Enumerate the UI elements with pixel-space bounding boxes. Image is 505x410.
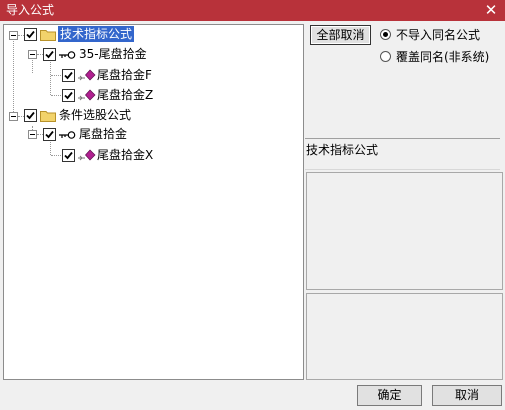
checkmark-icon [45,50,54,59]
tree-line [50,139,51,155]
checkbox-group2[interactable] [43,128,56,141]
checkmark-icon [64,151,73,160]
radio-no-import-duplicates[interactable] [380,29,391,40]
info-header: 技术指标公式 [305,138,500,170]
checkmark-icon [26,30,35,39]
ok-button[interactable]: 确定 [357,385,422,406]
info-title: 技术指标公式 [306,143,379,157]
checkbox-condition-formulas[interactable] [24,109,37,122]
tree-line [51,155,61,156]
checkbox-technical-formulas[interactable] [24,28,37,41]
close-icon[interactable]: ✕ [483,1,499,19]
tree-line [51,75,61,76]
folder-icon [40,28,56,41]
formula-leaf-icon [77,149,97,161]
tree-item-group2[interactable]: 尾盘拾金 [79,126,127,142]
checkmark-icon [26,111,35,120]
checkmark-icon [45,130,54,139]
checkmark-icon [64,91,73,100]
key-icon [59,49,77,59]
parameter-panel [306,293,503,380]
radio-overwrite-duplicates[interactable] [380,51,391,62]
window-title: 导入公式 [6,3,55,17]
tree-line [13,36,14,116]
option-label-no-import[interactable]: 不导入同名公式 [396,28,480,42]
checkbox-group1[interactable] [43,48,56,61]
description-panel [306,172,503,290]
collapse-toggle-group1[interactable] [28,50,37,59]
tree-item-leaf1[interactable]: 尾盘拾金F [97,67,152,83]
formula-leaf-icon [77,69,97,81]
checkbox-leaf3[interactable] [62,149,75,162]
tree-line [51,95,61,96]
tree-item-leaf3[interactable]: 尾盘拾金X [97,147,153,163]
cancel-button[interactable]: 取消 [432,385,502,406]
tree-item-technical-formulas[interactable]: 技术指标公式 [58,26,135,42]
title-bar: 导入公式 ✕ [0,0,505,21]
collapse-toggle-group2[interactable] [28,130,37,139]
formula-tree[interactable]: 技术指标公式 35-尾盘拾金 尾盘拾金F 尾盘拾金Z 条件选股公式 尾盘拾金 尾… [3,24,304,380]
tree-item-group1[interactable]: 35-尾盘拾金 [79,46,147,62]
option-label-overwrite[interactable]: 覆盖同名(非系统) [396,50,489,64]
checkmark-icon [64,71,73,80]
checkbox-leaf2[interactable] [62,89,75,102]
collapse-toggle-technical[interactable] [9,31,18,40]
folder-icon [40,109,56,122]
checkbox-leaf1[interactable] [62,69,75,82]
tree-item-leaf2[interactable]: 尾盘拾金Z [97,87,153,103]
key-icon [59,129,77,139]
collapse-toggle-conditions[interactable] [9,112,18,121]
formula-leaf-icon [77,89,97,101]
tree-item-condition-formulas[interactable]: 条件选股公式 [59,107,131,123]
cancel-all-button[interactable]: 全部取消 [310,25,371,45]
